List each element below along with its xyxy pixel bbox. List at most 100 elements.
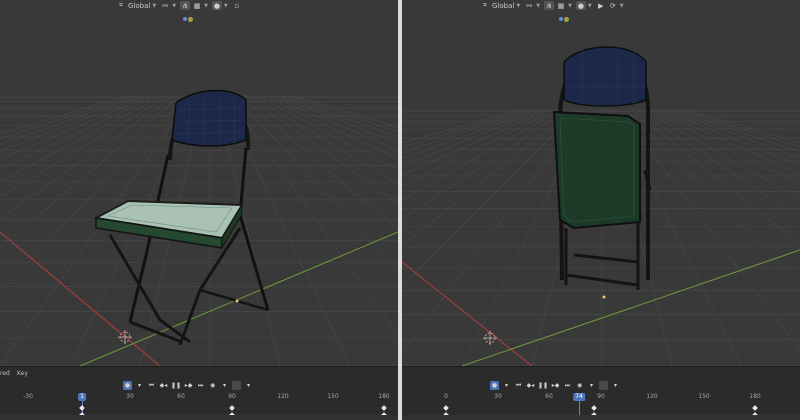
chevron-down-icon: ▼ bbox=[568, 2, 572, 9]
keyframe[interactable] bbox=[443, 405, 449, 411]
chevron-down-icon[interactable]: ▾ bbox=[611, 381, 620, 390]
snap-target-icon: ▦ bbox=[557, 1, 565, 10]
pivot-selector[interactable]: ⚯ ▼ bbox=[160, 1, 176, 10]
chevron-down-icon[interactable]: ▾ bbox=[244, 381, 253, 390]
snap-magnet-icon: ⋔ bbox=[544, 1, 555, 10]
chevron-down-icon: ▼ bbox=[619, 2, 624, 9]
jump-end-icon[interactable]: ⏭ bbox=[563, 381, 572, 390]
prev-keyframe-icon[interactable]: ◆◂ bbox=[159, 381, 168, 390]
auto-keying-icon[interactable] bbox=[232, 381, 242, 390]
ruler-tick: 30 bbox=[494, 393, 502, 400]
chevron-down-icon: ▼ bbox=[204, 2, 208, 9]
proportional-edit-toggle[interactable]: ● ▼ bbox=[211, 1, 228, 10]
current-frame-indicator[interactable]: 74 bbox=[573, 393, 585, 401]
ruler-tick: 180 bbox=[378, 393, 390, 400]
timeline-scrollbar[interactable] bbox=[402, 415, 800, 420]
keying-set-icon[interactable]: ◉ bbox=[575, 381, 584, 390]
pivot-icon: ⚯ bbox=[162, 1, 169, 10]
chevron-down-icon[interactable]: ▾ bbox=[502, 381, 511, 390]
timeline-right: ● ▾ ⏮ ◆◂ ❚❚ ▸◆ ⏭ ◉ ▾ ▾ 0 30 60 74 90 120… bbox=[402, 366, 800, 420]
proportional-edit-toggle[interactable]: ● ▼ bbox=[575, 1, 592, 10]
chevron-down-icon: ▼ bbox=[587, 2, 592, 9]
chevron-down-icon: ▼ bbox=[516, 2, 521, 9]
viewport-gizmo-icon[interactable] bbox=[559, 14, 571, 24]
chevron-down-icon[interactable]: ▾ bbox=[220, 381, 229, 390]
current-frame-indicator[interactable]: 1 bbox=[78, 393, 86, 401]
chevron-down-icon: ▼ bbox=[223, 2, 228, 9]
ruler-tick: 120 bbox=[277, 393, 289, 400]
right-editor-panel: ⌗ Global ▼ ⚯ ▼ ⋔ ▦ ▼ ● ▼ ▶ ⟳ ▼ ● ▾ ⏮ ◆◂ … bbox=[402, 0, 800, 420]
viewport-header-left: ⌗ Global ▼ ⚯ ▼ ⋔ ▦ ▼ ● ▼ ▫ bbox=[0, 0, 398, 11]
jump-start-icon[interactable]: ⏮ bbox=[147, 381, 156, 390]
keyframe-row bbox=[0, 405, 398, 411]
left-editor-panel: ⌗ Global ▼ ⚯ ▼ ⋔ ▦ ▼ ● ▼ ▫ red Key ● ▾ ⏮… bbox=[0, 0, 398, 420]
jump-end-icon[interactable]: ⏭ bbox=[196, 381, 205, 390]
chevron-down-icon[interactable]: ▾ bbox=[587, 381, 596, 390]
play-icon: ▶ bbox=[598, 1, 604, 10]
ruler-tick: 120 bbox=[646, 393, 658, 400]
3d-viewport-right[interactable]: ⌗ Global ▼ ⚯ ▼ ⋔ ▦ ▼ ● ▼ ▶ ⟳ ▼ bbox=[402, 0, 800, 366]
orientation-selector[interactable]: ⌗ Global ▼ bbox=[480, 1, 520, 10]
menu-item-view[interactable]: red bbox=[0, 370, 10, 377]
timeline-left: red Key ● ▾ ⏮ ◆◂ ❚❚ ▸◆ ⏭ ◉ ▾ ▾ -30 1 30 … bbox=[0, 366, 398, 420]
gizmo-dot-blue bbox=[183, 17, 187, 21]
orientation-selector[interactable]: ⌗ Global ▼ bbox=[116, 1, 156, 10]
chevron-down-icon: ▼ bbox=[152, 2, 157, 9]
orientation-label: Global bbox=[492, 1, 515, 10]
snap-options-icon: ⟳ bbox=[609, 1, 616, 10]
snap-target-icon: ▦ bbox=[193, 1, 201, 10]
viewport-gizmo-icon[interactable] bbox=[183, 14, 195, 24]
frame-ruler[interactable]: 0 30 60 74 90 120 150 180 bbox=[402, 393, 800, 420]
play-toggle[interactable]: ▶ ⟳ ▼ bbox=[596, 1, 624, 10]
auto-keying-icon[interactable] bbox=[599, 381, 609, 390]
pause-icon[interactable]: ❚❚ bbox=[538, 381, 548, 390]
keyframe[interactable] bbox=[229, 405, 235, 411]
keyframe[interactable] bbox=[79, 405, 85, 411]
orientation-icon: ⌗ bbox=[483, 1, 487, 9]
keyframe[interactable] bbox=[591, 405, 597, 411]
ruler-tick: 150 bbox=[327, 393, 339, 400]
keying-set-icon[interactable]: ◉ bbox=[208, 381, 217, 390]
ruler-tick: 60 bbox=[545, 393, 553, 400]
orientation-icon: ⌗ bbox=[119, 1, 123, 9]
playback-controls: ● ▾ ⏮ ◆◂ ❚❚ ▸◆ ⏭ ◉ ▾ ▾ bbox=[490, 380, 620, 391]
ruler-tick: 30 bbox=[126, 393, 134, 400]
snap-toggle[interactable]: ⋔ ▦ ▼ bbox=[180, 1, 208, 10]
next-keyframe-icon[interactable]: ▸◆ bbox=[184, 381, 193, 390]
chevron-down-icon[interactable]: ▾ bbox=[135, 381, 144, 390]
ruler-tick: -30 bbox=[23, 393, 33, 400]
gizmo-dot-multi bbox=[188, 16, 193, 22]
3d-viewport-left[interactable]: ⌗ Global ▼ ⚯ ▼ ⋔ ▦ ▼ ● ▼ ▫ bbox=[0, 0, 398, 366]
pivot-icon: ⚯ bbox=[526, 1, 533, 10]
ruler-tick: 90 bbox=[228, 393, 236, 400]
menu-item-key[interactable]: Key bbox=[17, 370, 28, 377]
keyframe[interactable] bbox=[752, 405, 758, 411]
keyframe-row bbox=[402, 405, 800, 411]
gizmo-dot-blue bbox=[559, 17, 563, 21]
pause-icon[interactable]: ❚❚ bbox=[171, 381, 181, 390]
ruler-tick: 180 bbox=[749, 393, 761, 400]
ruler-tick: 150 bbox=[698, 393, 710, 400]
ruler-tick: 90 bbox=[597, 393, 605, 400]
orientation-label: Global bbox=[128, 1, 151, 10]
timeline-header: red Key bbox=[0, 368, 398, 378]
record-icon[interactable]: ● bbox=[123, 381, 132, 390]
snap-toggle[interactable]: ⋔ ▦ ▼ bbox=[544, 1, 572, 10]
ruler-tick: 60 bbox=[177, 393, 185, 400]
frame-ruler[interactable]: -30 1 30 60 90 120 150 180 bbox=[0, 393, 398, 420]
playback-controls: ● ▾ ⏮ ◆◂ ❚❚ ▸◆ ⏭ ◉ ▾ ▾ bbox=[123, 380, 253, 391]
overlay-icon: ▫ bbox=[234, 1, 240, 10]
timeline-scrollbar[interactable] bbox=[0, 415, 398, 420]
record-icon[interactable]: ● bbox=[490, 381, 499, 390]
next-keyframe-icon[interactable]: ▸◆ bbox=[551, 381, 560, 390]
viewport-scene-left bbox=[0, 0, 398, 366]
jump-start-icon[interactable]: ⏮ bbox=[514, 381, 523, 390]
gizmo-dot-multi bbox=[564, 16, 569, 22]
keyframe[interactable] bbox=[381, 405, 387, 411]
chevron-down-icon: ▼ bbox=[172, 2, 177, 9]
extra-menu[interactable]: ▫ bbox=[232, 1, 242, 10]
viewport-scene-right bbox=[402, 0, 800, 366]
prev-keyframe-icon[interactable]: ◆◂ bbox=[526, 381, 535, 390]
pivot-selector[interactable]: ⚯ ▼ bbox=[524, 1, 540, 10]
proportional-edit-icon: ● bbox=[575, 1, 586, 10]
